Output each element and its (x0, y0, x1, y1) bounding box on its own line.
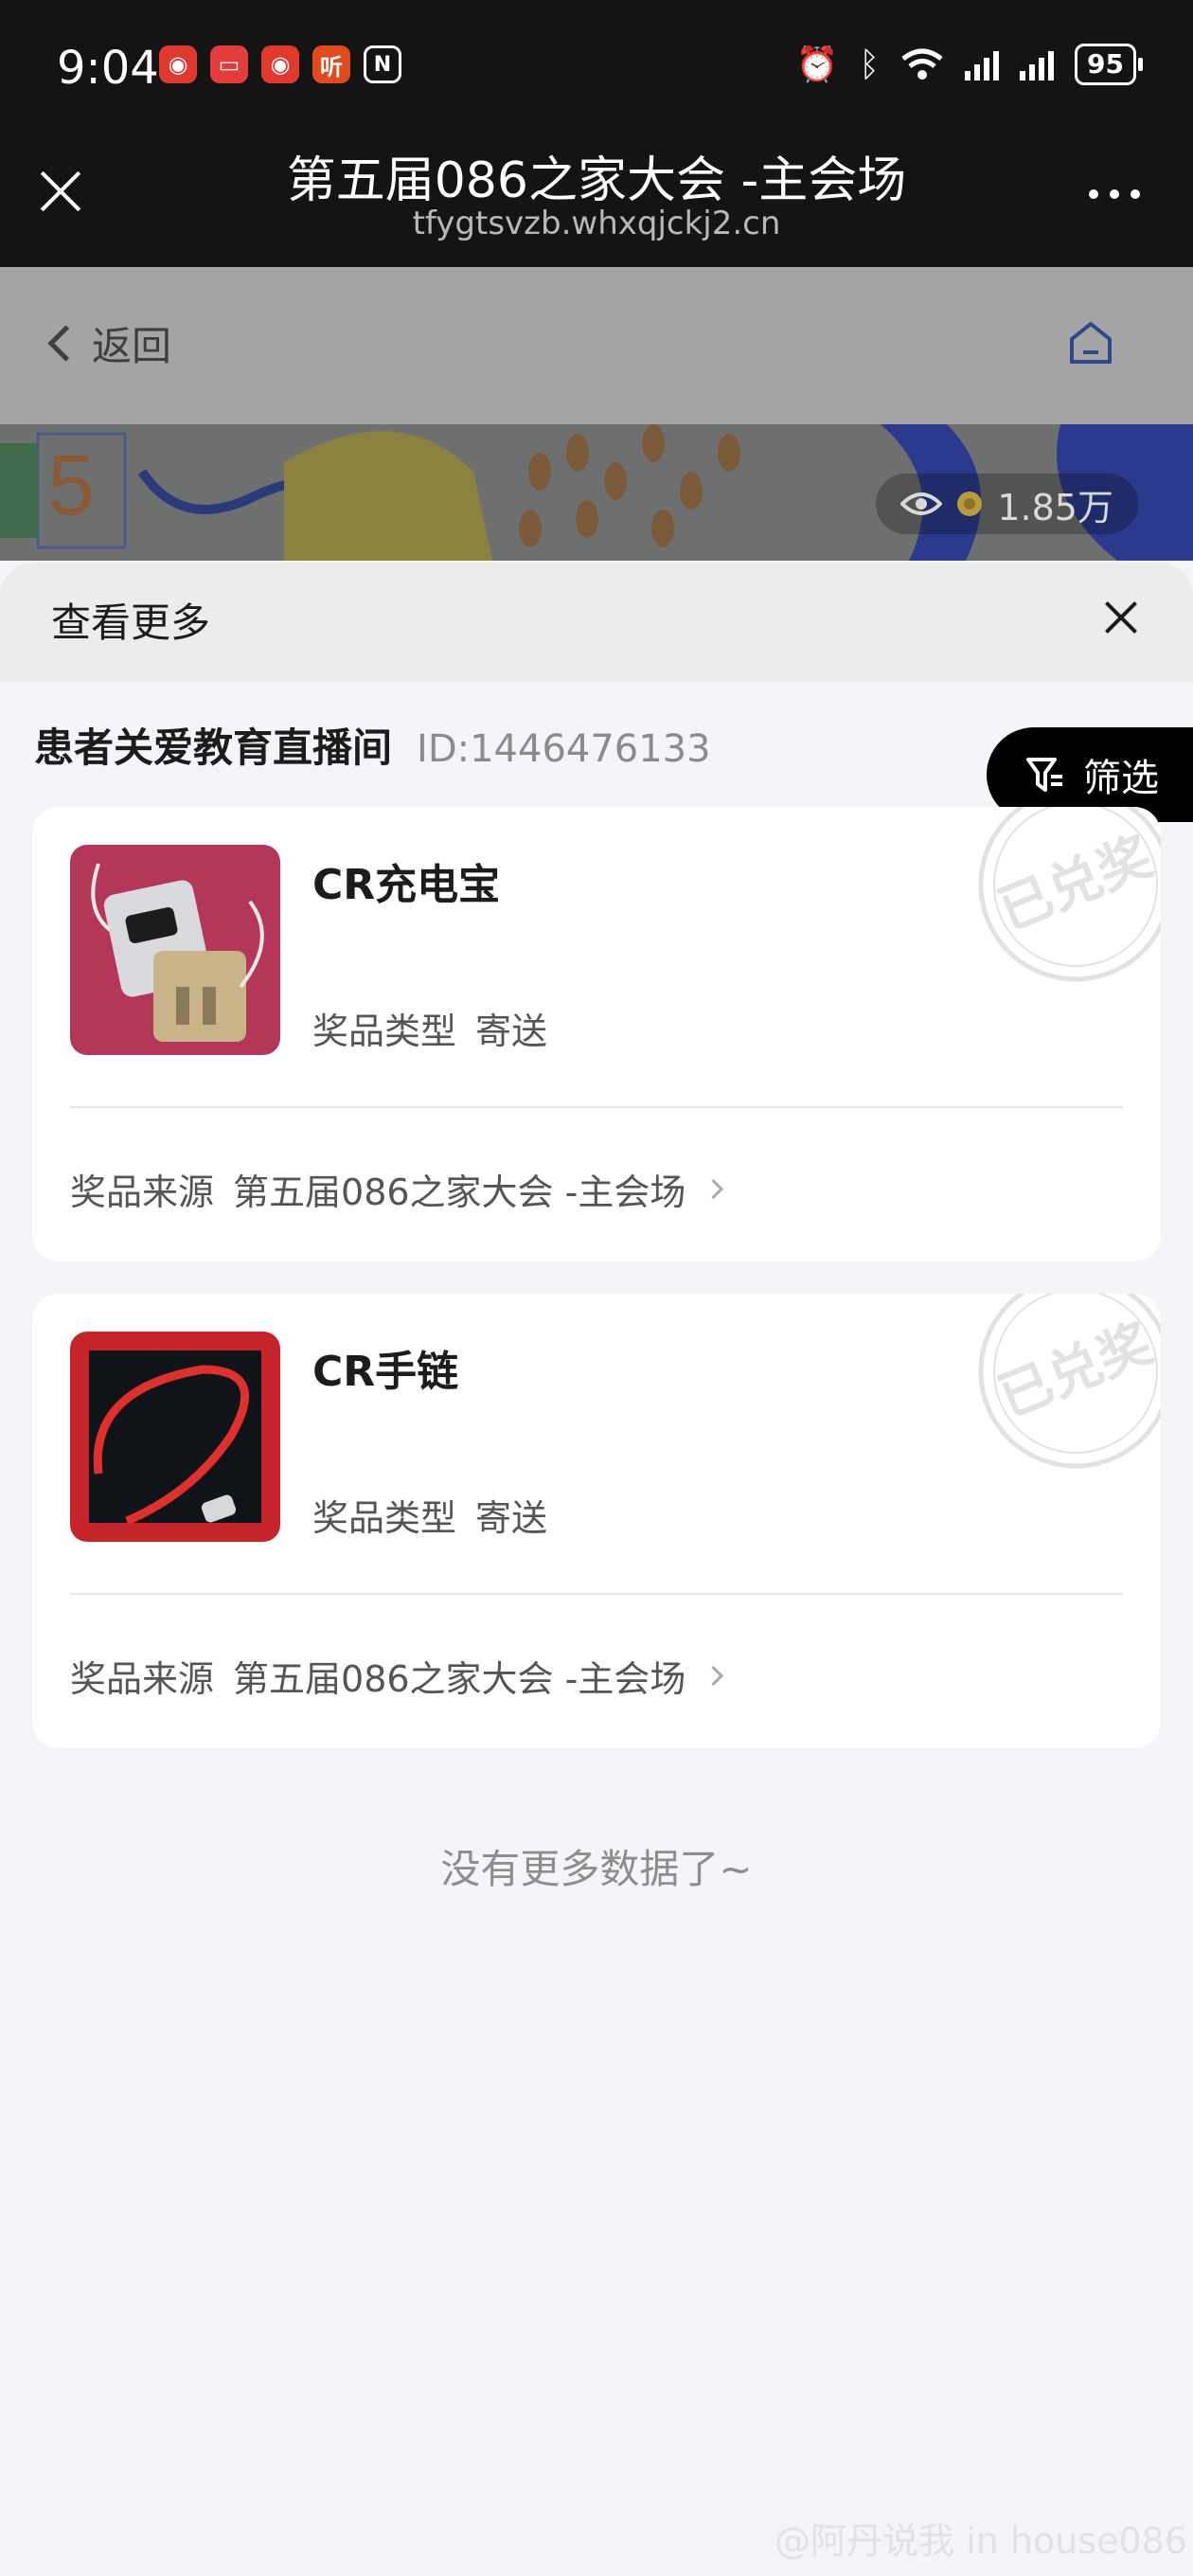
prize-name: CR充电宝 (312, 861, 501, 909)
prize-image-bracelet (70, 1332, 280, 1542)
bluetooth-icon: ᛒ (859, 45, 881, 84)
prize-type-label: 奖品类型 (312, 1497, 457, 1539)
prize-source-value: 第五届086之家大会 -主会场 (233, 1172, 686, 1213)
redeemed-stamp: 已兑奖 (978, 807, 1161, 982)
svg-text:已兑奖: 已兑奖 (990, 1313, 1161, 1429)
prize-type-value: 寄送 (475, 1011, 548, 1052)
room-info: 患者关爱教育直播间 ID:1446476133 (34, 716, 711, 774)
filter-label: 筛选 (1083, 757, 1159, 800)
alarm-icon: ⏰ (795, 45, 839, 84)
sheet-title: 查看更多 (51, 599, 211, 646)
back-button[interactable]: 返回 (47, 314, 172, 372)
viewer-count: 1.85万 (876, 474, 1138, 534)
home-icon[interactable] (1064, 316, 1117, 369)
eye-icon (900, 492, 943, 515)
webpage-background: 返回 5 1.85万 (0, 267, 1193, 561)
sheet-header: 查看更多 (0, 563, 1193, 682)
prize-type: 奖品类型 寄送 (312, 1002, 547, 1054)
redeemed-stamp: 已兑奖 (978, 1294, 1161, 1469)
signal-icon (1020, 48, 1055, 80)
event-banner: 5 1.85万 (0, 424, 1193, 561)
wifi-icon (901, 48, 943, 80)
coin-icon (957, 492, 983, 516)
prize-type-label: 奖品类型 (312, 1011, 457, 1052)
room-id: ID:1446476133 (417, 727, 711, 771)
battery-indicator: 95 (1075, 44, 1143, 85)
prize-image-power-bank (70, 845, 280, 1055)
watermark: @阿丹说我 in house086 (775, 2520, 1187, 2562)
status-app-icons: ◉ ▭ ◉ 听 N (159, 45, 401, 83)
prize-type: 奖品类型 寄送 (312, 1489, 547, 1541)
svg-text:5: 5 (47, 438, 95, 533)
divider (70, 1106, 1123, 1108)
nfc-icon: N (364, 45, 401, 83)
viewer-count-value: 1.85万 (997, 486, 1113, 528)
webview-titlebar: 第五届086之家大会 -主会场 tfygtsvzb.whxqjckj2.cn (0, 134, 1193, 267)
status-time: 9:04 (57, 42, 159, 95)
prize-name: CR手链 (312, 1348, 459, 1396)
status-bar: 9:04 ◉ ▭ ◉ 听 N ⏰ ᛒ 95 (0, 0, 1193, 134)
signal-icon (965, 48, 1000, 80)
page-url: tfygtsvzb.whxqjckj2.cn (412, 205, 781, 242)
close-icon[interactable] (1100, 597, 1142, 638)
prize-source[interactable]: 奖品来源 第五届086之家大会 -主会场 (70, 1163, 724, 1215)
more-options-icon[interactable] (1089, 189, 1140, 199)
ting-icon: 听 (312, 45, 350, 83)
prize-source-label: 奖品来源 (70, 1658, 215, 1700)
svg-text:已兑奖: 已兑奖 (990, 826, 1161, 942)
back-label: 返回 (92, 323, 172, 369)
prize-source-value: 第五届086之家大会 -主会场 (233, 1658, 686, 1700)
weibo-icon: ◉ (159, 45, 197, 83)
prize-card[interactable]: CR手链 奖品类型 寄送 奖品来源 第五届086之家大会 -主会场 已兑奖 (32, 1294, 1161, 1748)
no-more-data: 没有更多数据了~ (440, 1846, 753, 1892)
prize-source-label: 奖品来源 (70, 1172, 215, 1213)
prize-card[interactable]: CR充电宝 奖品类型 寄送 奖品来源 第五届086之家大会 -主会场 已兑奖 (32, 807, 1161, 1261)
notes-icon: ▭ (210, 45, 248, 83)
divider (70, 1593, 1123, 1595)
prize-sheet: 查看更多 患者关爱教育直播间 ID:1446476133 筛选 CR充电宝 奖品… (0, 563, 1193, 2576)
prize-source[interactable]: 奖品来源 第五届086之家大会 -主会场 (70, 1650, 724, 1702)
prize-type-value: 寄送 (475, 1497, 548, 1539)
chevron-right-icon (703, 1665, 724, 1687)
status-right: ⏰ ᛒ 95 (795, 44, 1143, 85)
page-title: 第五届086之家大会 -主会场 (286, 152, 907, 209)
filter-icon (1026, 758, 1062, 792)
chevron-right-icon (703, 1178, 724, 1200)
chevron-left-icon (47, 325, 84, 362)
room-name: 患者关爱教育直播间 (34, 724, 393, 771)
page-navbar: 返回 (0, 267, 1193, 424)
weibo-icon: ◉ (261, 45, 299, 83)
